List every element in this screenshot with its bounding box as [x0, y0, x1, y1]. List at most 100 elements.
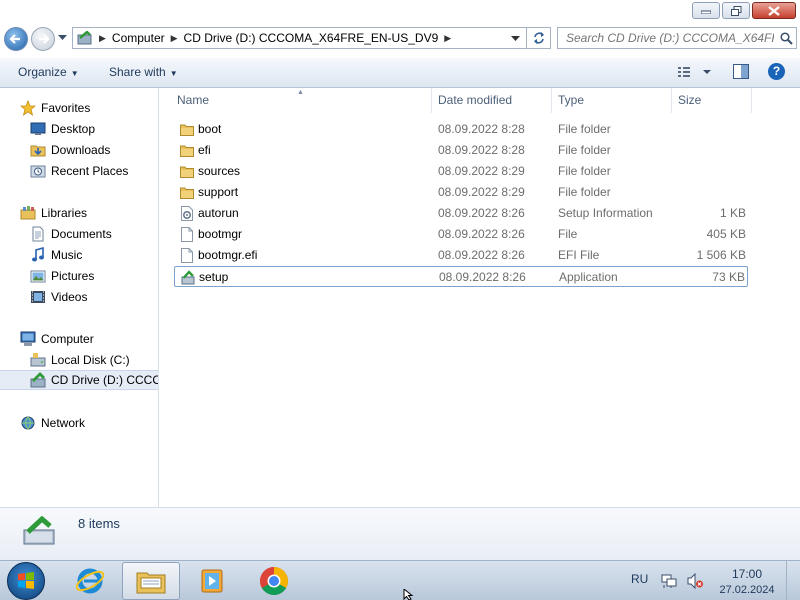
restore-button[interactable] — [722, 2, 750, 19]
breadcrumb-computer[interactable]: Computer — [108, 31, 169, 45]
nav-desktop[interactable]: Desktop — [30, 119, 158, 139]
nav-downloads[interactable]: Downloads — [30, 140, 158, 160]
mouse-cursor-icon — [403, 589, 414, 600]
nav-videos[interactable]: Videos — [30, 287, 158, 307]
title-bar — [0, 0, 800, 24]
file-date: 08.09.2022 8:26 — [438, 248, 525, 262]
folder-icon — [180, 124, 194, 136]
file-row[interactable]: setup 08.09.2022 8:26 Application 73 KB — [174, 266, 748, 287]
nav-cd-drive[interactable]: CD Drive (D:) CCCOMA_X64FRE_EN-US_DV9 — [0, 370, 158, 390]
file-date: 08.09.2022 8:26 — [438, 206, 525, 220]
computer-icon — [20, 331, 36, 346]
file-date: 08.09.2022 8:29 — [438, 164, 525, 178]
nav-favorites[interactable]: Favorites — [20, 98, 158, 118]
change-view-button[interactable] — [676, 65, 716, 82]
nav-label: Pictures — [51, 269, 95, 283]
back-button[interactable] — [4, 27, 28, 51]
nav-network[interactable]: Network — [20, 413, 158, 433]
nav-libraries[interactable]: Libraries — [20, 203, 158, 223]
file-row[interactable]: efi 08.09.2022 8:28 File folder — [174, 140, 748, 161]
music-icon — [32, 247, 44, 262]
help-icon: ? — [772, 64, 781, 78]
navigation-pane: Favorites Desktop Downloads Recent Place… — [0, 88, 159, 507]
restore-icon — [730, 5, 741, 16]
file-row[interactable]: support 08.09.2022 8:29 File folder — [174, 182, 748, 203]
nav-computer[interactable]: Computer — [20, 329, 158, 349]
taskbar-windows-explorer[interactable] — [122, 562, 180, 600]
file-type: Application — [559, 270, 618, 284]
taskbar-internet-explorer[interactable] — [61, 562, 119, 600]
organize-menu[interactable]: Organize ▼ — [18, 65, 79, 79]
media-player-icon — [201, 569, 223, 593]
close-button[interactable] — [752, 2, 796, 19]
nav-label: Videos — [51, 290, 88, 304]
nav-label: Libraries — [41, 206, 88, 220]
file-row[interactable]: bootmgr 08.09.2022 8:26 File 405 KB — [174, 224, 748, 245]
search-icon[interactable] — [780, 32, 793, 45]
file-size: 405 KB — [706, 227, 746, 241]
breadcrumb-separator[interactable]: ▶ — [97, 33, 108, 44]
file-row[interactable]: boot 08.09.2022 8:28 File folder — [174, 119, 748, 140]
organize-label: Organize — [18, 65, 67, 79]
file-name: sources — [198, 164, 241, 178]
column-header-type[interactable]: Type — [552, 88, 672, 113]
cd-drive-icon — [30, 372, 46, 388]
column-header-date[interactable]: Date modified — [432, 88, 552, 113]
address-dropdown-icon[interactable] — [511, 36, 520, 42]
recent-places-icon — [30, 165, 46, 178]
column-label: Name — [177, 93, 210, 107]
folder-icon — [180, 166, 194, 178]
start-button[interactable] — [7, 562, 45, 600]
nav-documents[interactable]: Documents — [30, 224, 158, 244]
file-date: 08.09.2022 8:29 — [438, 185, 525, 199]
taskbar-media-player[interactable] — [183, 562, 241, 600]
breadcrumb-separator[interactable]: ▶ — [442, 33, 453, 44]
downloads-folder-icon — [30, 145, 46, 157]
recent-pages-dropdown-icon[interactable] — [58, 35, 67, 41]
file-size: 73 KB — [712, 270, 745, 284]
minimize-button[interactable] — [692, 2, 720, 19]
search-input[interactable] — [557, 27, 797, 49]
cd-drive-icon — [23, 516, 55, 545]
chrome-icon — [260, 567, 288, 595]
documents-icon — [32, 226, 44, 242]
command-bar: Organize ▼ Share with ▼ ? — [0, 58, 800, 88]
taskbar-chrome[interactable] — [245, 562, 303, 600]
nav-label: Network — [41, 416, 86, 430]
nav-label: Desktop — [51, 122, 96, 136]
help-button[interactable]: ? — [768, 63, 785, 80]
file-date: 08.09.2022 8:28 — [438, 143, 525, 157]
volume-muted-icon[interactable] — [686, 573, 704, 589]
network-tray-icon[interactable] — [661, 573, 677, 589]
file-type: File folder — [558, 185, 611, 199]
refresh-button[interactable] — [527, 27, 551, 49]
share-with-label: Share with — [109, 65, 166, 79]
nav-local-disk[interactable]: Local Disk (C:) — [30, 350, 158, 370]
share-with-menu[interactable]: Share with ▼ — [109, 65, 178, 79]
file-type: File folder — [558, 164, 611, 178]
language-indicator[interactable]: RU — [631, 572, 648, 586]
nav-label: Music — [51, 248, 83, 262]
address-row: ▶ Computer ▶ CD Drive (D:) CCCOMA_X64FRE… — [0, 24, 800, 54]
window-controls — [692, 2, 796, 19]
show-desktop-button[interactable] — [786, 561, 800, 600]
file-row[interactable]: bootmgr.efi 08.09.2022 8:26 EFI File 1 506 … — [174, 245, 748, 266]
file-icon — [181, 248, 193, 263]
nav-recent-places[interactable]: Recent Places — [30, 161, 158, 181]
breadcrumb-cd-drive[interactable]: CD Drive (D:) CCCOMA_X64FRE_EN-US_DV9 — [180, 31, 443, 45]
address-bar[interactable]: ▶ Computer ▶ CD Drive (D:) CCCOMA_X64FRE… — [72, 27, 527, 49]
refresh-icon — [533, 32, 544, 44]
preview-pane-button[interactable] — [733, 64, 749, 82]
nav-label: Recent Places — [51, 164, 129, 178]
file-row[interactable]: autorun 08.09.2022 8:26 Setup Information 1… — [174, 203, 748, 224]
view-details-icon — [678, 67, 711, 77]
breadcrumb-separator[interactable]: ▶ — [169, 33, 180, 44]
nav-pictures[interactable]: Pictures — [30, 266, 158, 286]
clock-date[interactable]: 27.02.2024 — [718, 584, 776, 596]
taskbar: RU 17:00 27.02.2024 — [0, 560, 800, 600]
column-header-size[interactable]: Size — [672, 88, 752, 113]
file-row[interactable]: sources 08.09.2022 8:29 File folder — [174, 161, 748, 182]
clock-time[interactable]: 17:00 — [718, 567, 776, 581]
nav-music[interactable]: Music — [30, 245, 158, 265]
forward-button[interactable] — [31, 27, 55, 51]
